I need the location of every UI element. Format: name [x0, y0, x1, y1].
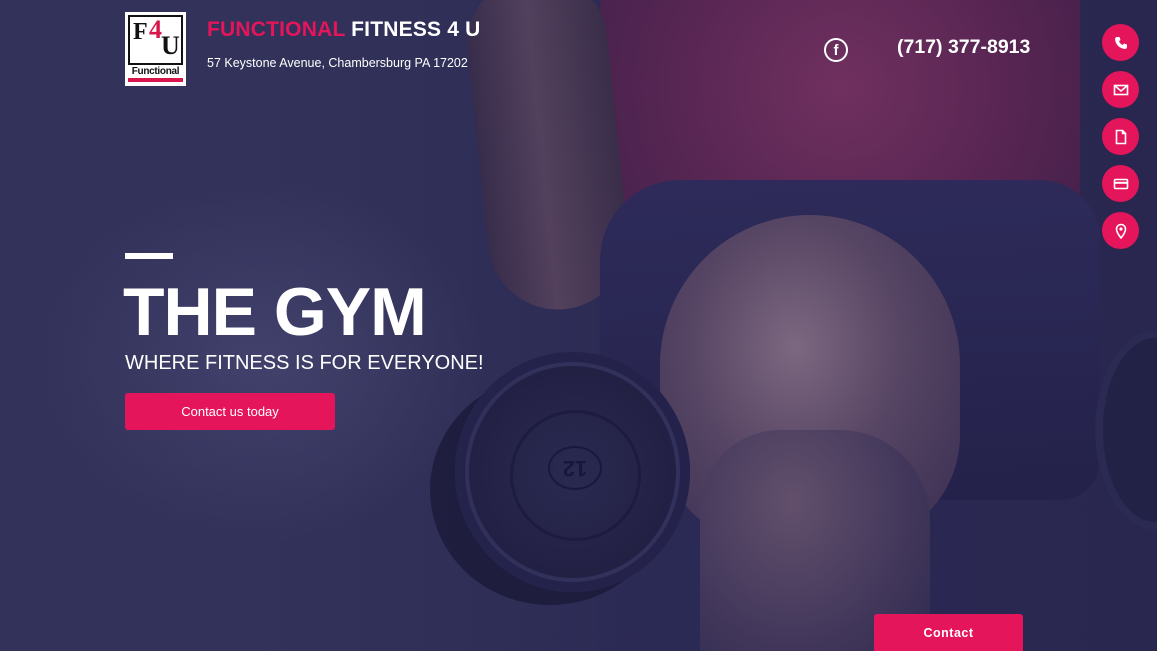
brand-name-primary: FUNCTIONAL [207, 18, 346, 41]
facebook-icon[interactable]: f [824, 38, 848, 62]
document-button[interactable] [1102, 118, 1139, 155]
brand-name[interactable]: FUNCTIONAL FITNESS 4 U [207, 18, 481, 42]
title-accent-rule [125, 253, 173, 259]
location-pin-icon [1115, 223, 1126, 239]
brand-name-secondary: FITNESS 4 U [351, 18, 481, 41]
credit-card-icon [1113, 178, 1128, 189]
payment-button[interactable] [1102, 165, 1139, 202]
logo-letter-f: F [133, 19, 148, 45]
hero-title: THE GYM [123, 274, 427, 350]
logo-bar [128, 78, 183, 82]
contact-us-button[interactable]: Contact us today [125, 393, 335, 430]
address: 57 Keystone Avenue, Chambersburg PA 1720… [207, 56, 468, 70]
phone-number-link[interactable]: (717) 377-8913 [897, 36, 1030, 59]
logo-letter-u: U [161, 31, 180, 60]
site-logo[interactable]: F 4 U Functional [125, 12, 186, 86]
contact-tab-button[interactable]: Contact [874, 614, 1023, 651]
logo-wordmark: Functional [131, 66, 180, 77]
document-icon [1115, 129, 1126, 144]
phone-icon [1114, 36, 1127, 49]
mail-icon [1113, 84, 1128, 95]
call-button[interactable] [1102, 24, 1139, 61]
hero-subtitle: WHERE FITNESS IS FOR EVERYONE! [125, 352, 484, 374]
location-button[interactable] [1102, 212, 1139, 249]
email-button[interactable] [1102, 71, 1139, 108]
logo-mark: F 4 U [128, 15, 183, 65]
